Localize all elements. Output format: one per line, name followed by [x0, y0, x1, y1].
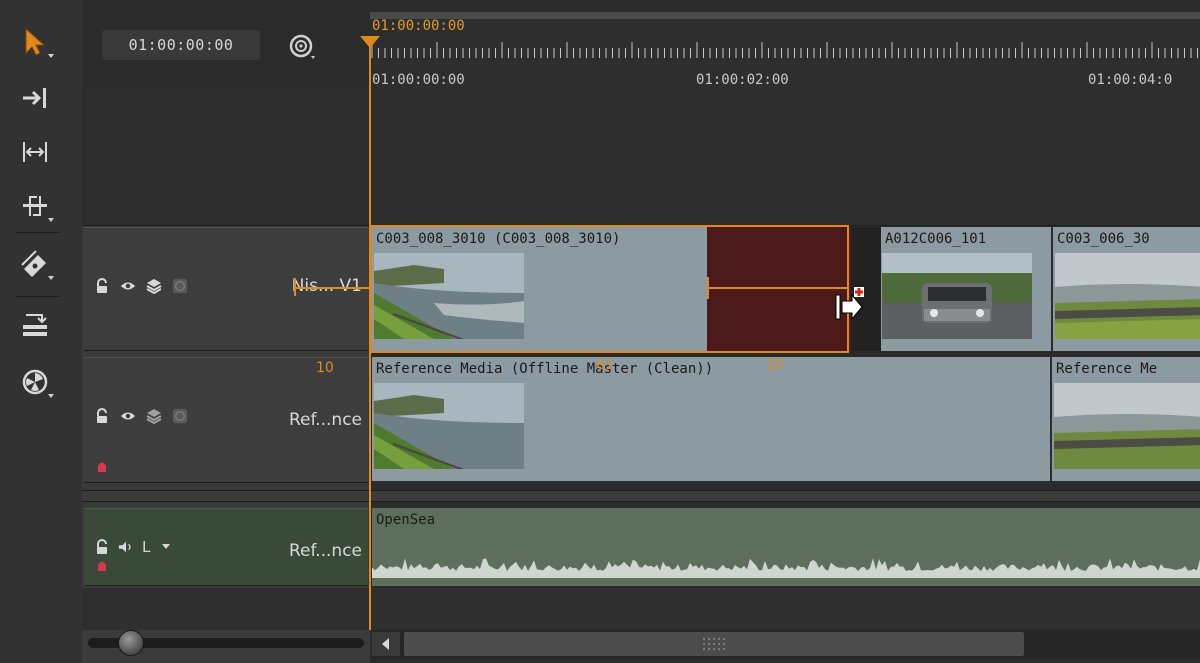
ruler-label-1: 01:00:02:00: [696, 72, 789, 88]
track-name[interactable]: Ref...nce: [289, 410, 362, 430]
clip-thumbnail: [1054, 383, 1200, 469]
slip-tool[interactable]: [14, 132, 56, 172]
clip-title: C003_006_30: [1057, 231, 1150, 247]
lock-icon[interactable]: [94, 278, 110, 294]
trim-guide-line: [707, 287, 847, 289]
track-name[interactable]: Ref...nce: [289, 541, 362, 561]
select-arrow-icon: [22, 27, 48, 57]
video-audio-divider[interactable]: [82, 490, 1200, 502]
chevron-down-icon[interactable]: [158, 539, 174, 555]
red-lock-icon: [96, 458, 108, 472]
track-lane-video-1: C003_008_3010 (C003_008_3010) A012C006_1…: [370, 225, 1200, 353]
snap-target-icon: [287, 32, 317, 66]
timecode-display[interactable]: 01:00:00:00: [102, 30, 260, 60]
ripple-trim-tool[interactable]: [14, 304, 56, 344]
razor-tool[interactable]: [14, 244, 56, 284]
blend-icon[interactable]: [172, 408, 188, 424]
ripple-trim-icon: [20, 309, 50, 339]
playhead-handle[interactable]: [360, 36, 380, 48]
clip-thumbnail: [1055, 253, 1200, 339]
select-arrow-tool[interactable]: [14, 22, 56, 62]
clip-title: Reference Me: [1056, 361, 1158, 377]
track-header-audio-1[interactable]: L Ref...nce: [84, 508, 368, 586]
slide-icon: [20, 192, 50, 220]
ruler-current-timecode: 01:00:00:00: [372, 18, 465, 34]
empty-track-area-bottom: [82, 588, 1200, 630]
trim-guide-tick: [707, 277, 709, 299]
clip-thumbnail: [882, 253, 1032, 339]
horizontal-scrollbar[interactable]: [372, 630, 1200, 658]
zoom-slider-knob[interactable]: [118, 630, 144, 656]
ruler-scrub-bar[interactable]: [370, 12, 1200, 19]
clip-thumbnail: [374, 383, 524, 469]
snap-button[interactable]: [282, 32, 322, 66]
lock-icon[interactable]: [94, 539, 110, 555]
selection-outline: [370, 225, 849, 353]
retime-tool[interactable]: [14, 362, 56, 402]
offset-label: 10: [316, 360, 334, 376]
trim-cursor: [832, 287, 864, 321]
waveform-shape: [372, 558, 1200, 578]
speaker-icon[interactable]: [118, 539, 134, 555]
razor-icon: [20, 249, 50, 279]
track-header-video-2[interactable]: 10 Ref...nce: [84, 357, 368, 483]
channel-label[interactable]: L: [142, 538, 150, 556]
edit-count-right: 10: [766, 357, 784, 373]
track-name[interactable]: Nis... V1: [292, 276, 362, 296]
timeline-ruler[interactable]: 01:00:00:00 01:00:00:00 01:00:02:00 01:0…: [370, 12, 1200, 88]
clip-a012[interactable]: A012C006_101: [881, 227, 1051, 351]
track-select-icon: [20, 86, 50, 110]
scroll-thumb[interactable]: [404, 632, 1024, 656]
empty-track-area: [82, 88, 1200, 226]
red-lock-icon: [96, 557, 108, 571]
layers-icon[interactable]: [146, 408, 162, 424]
layers-icon[interactable]: [146, 278, 162, 294]
visibility-eye-icon[interactable]: [120, 278, 136, 294]
ruler-label-2: 01:00:04:0: [1088, 72, 1173, 88]
ruler-ticks: [371, 42, 1198, 58]
playhead-line[interactable]: [369, 40, 371, 630]
ruler-label-0: 01:00:00:00: [372, 72, 465, 88]
slide-tool[interactable]: [14, 186, 56, 226]
clip-reference-media-2[interactable]: Reference Me: [1052, 357, 1200, 481]
track-select-tool[interactable]: [14, 78, 56, 118]
grip-icon: [703, 638, 725, 650]
track-lane-video-2: Reference Media (Offline Master (Clean))…: [370, 357, 1200, 483]
clip-audio-opensea[interactable]: OpenSea: [372, 508, 1200, 586]
lock-icon[interactable]: [94, 408, 110, 424]
chevron-left-icon: [382, 635, 390, 654]
slip-icon: [20, 139, 50, 165]
scroll-left-button[interactable]: [372, 632, 400, 656]
clip-reference-media[interactable]: Reference Media (Offline Master (Clean)): [372, 357, 1050, 481]
track-header-video-1[interactable]: Nis... V1: [84, 227, 368, 351]
trim-guide-left-tick: [294, 278, 296, 296]
edit-count-left: 61: [596, 357, 614, 373]
clip-title: Reference Media (Offline Master (Clean)): [376, 361, 714, 377]
audio-waveform: [372, 558, 1200, 578]
retime-icon: [20, 367, 50, 397]
clip-title: A012C006_101: [885, 231, 987, 247]
trim-guide-left: [294, 287, 370, 289]
clip-c003-006[interactable]: C003_006_30: [1053, 227, 1200, 351]
tool-palette: [0, 0, 82, 663]
blend-icon[interactable]: [172, 278, 188, 294]
visibility-eye-icon[interactable]: [120, 408, 136, 424]
